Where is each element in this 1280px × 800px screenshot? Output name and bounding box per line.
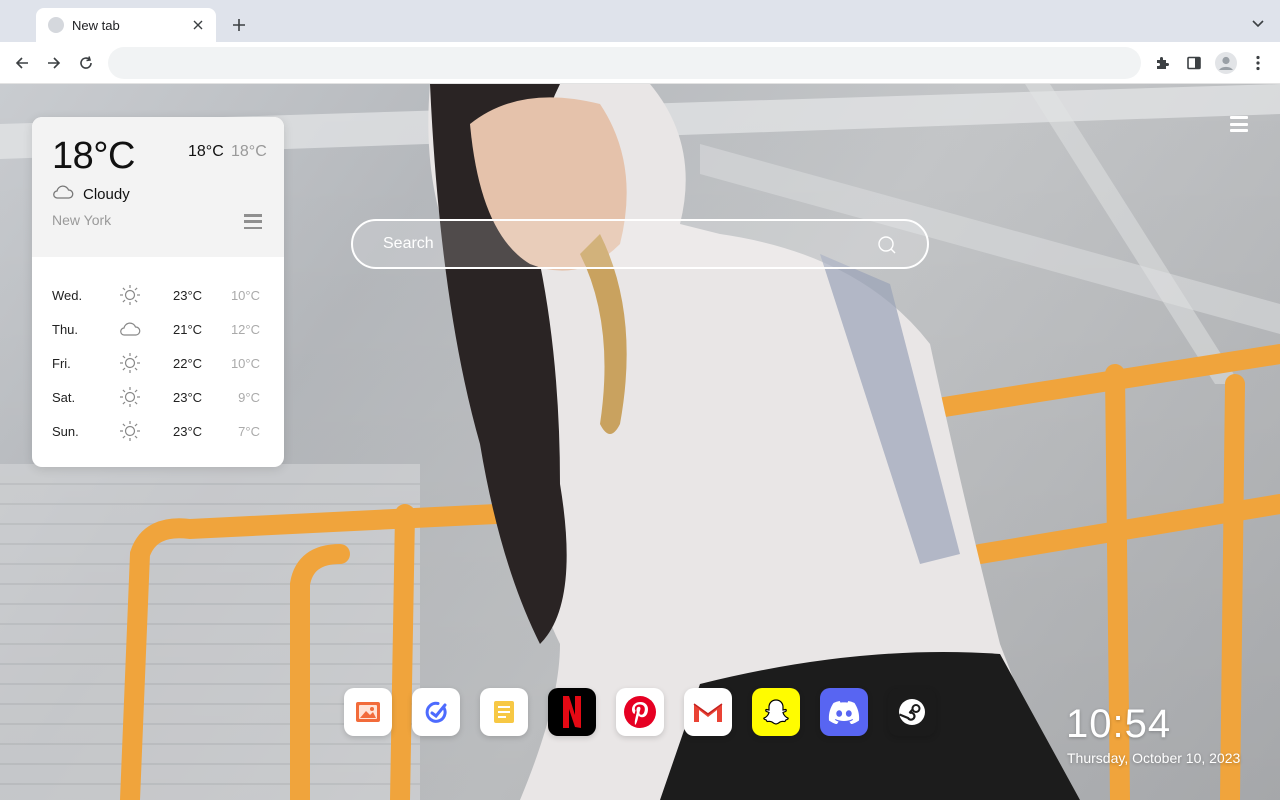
weather-forecast: Wed. 23°C 10°C Thu. 21°C 12°C Fri. 22°C …: [32, 257, 284, 454]
forecast-row: Sun. 23°C 7°C: [32, 420, 284, 454]
new-tab-page: 18°C 18°C 18°C Cloudy New York Wed. 23°C…: [0, 84, 1280, 800]
tab-title: New tab: [72, 17, 120, 33]
steam-icon[interactable]: [888, 688, 936, 736]
clock-date: Thursday, October 10, 2023: [1067, 750, 1241, 766]
search-input[interactable]: [383, 221, 863, 267]
clock-time: 10:54: [1066, 702, 1172, 746]
forecast-day: Sat.: [52, 390, 76, 405]
extensions-icon[interactable]: [1150, 51, 1174, 75]
tab-strip: New tab: [0, 0, 1280, 42]
forecast-low: 10°C: [230, 288, 260, 303]
forecast-low: 12°C: [230, 322, 260, 337]
forecast-high: 22°C: [173, 356, 203, 371]
sun-icon: [119, 352, 141, 374]
forecast-high: 21°C: [173, 322, 203, 337]
tasks-app-icon[interactable]: [412, 688, 460, 736]
netflix-icon[interactable]: [548, 688, 596, 736]
default-favicon-icon: [48, 17, 64, 33]
hamburger-menu-icon[interactable]: [1230, 116, 1248, 132]
forecast-high: 23°C: [173, 288, 203, 303]
chevron-down-icon[interactable]: [1248, 14, 1268, 34]
sun-icon: [119, 420, 141, 442]
gmail-icon[interactable]: [684, 688, 732, 736]
search-box: [351, 219, 929, 269]
forecast-low: 9°C: [238, 390, 260, 405]
profile-avatar-icon[interactable]: [1214, 51, 1238, 75]
forecast-low: 10°C: [230, 356, 260, 371]
sun-icon: [119, 386, 141, 408]
forecast-row: Wed. 23°C 10°C: [32, 284, 284, 318]
current-temperature: 18°C: [52, 135, 135, 177]
forecast-row: Sat. 23°C 9°C: [32, 386, 284, 420]
side-panel-icon[interactable]: [1182, 51, 1206, 75]
weather-menu-icon[interactable]: [244, 214, 262, 229]
forecast-low: 7°C: [238, 424, 260, 439]
weather-city: New York: [52, 212, 112, 228]
sun-icon: [119, 284, 141, 306]
cloud-icon: [53, 185, 74, 199]
pinterest-icon[interactable]: [616, 688, 664, 736]
temperature-high: 18°C: [188, 143, 224, 160]
search-icon[interactable]: [877, 235, 897, 255]
forecast-day: Fri.: [52, 356, 71, 371]
app-dock: [344, 688, 936, 736]
forecast-row: Thu. 21°C 12°C: [32, 318, 284, 352]
forecast-high: 23°C: [173, 424, 203, 439]
forecast-high: 23°C: [173, 390, 203, 405]
forward-button[interactable]: [42, 51, 66, 75]
temperature-low: 18°C: [231, 143, 267, 160]
weather-widget: 18°C 18°C 18°C Cloudy New York Wed. 23°C…: [32, 117, 284, 467]
tab-new-tab[interactable]: New tab: [36, 8, 216, 42]
wallpaper-app-icon[interactable]: [344, 688, 392, 736]
kebab-menu-icon[interactable]: [1246, 51, 1270, 75]
new-tab-button[interactable]: [228, 14, 250, 36]
weather-condition: Cloudy: [83, 186, 130, 203]
snapchat-icon[interactable]: [752, 688, 800, 736]
weather-current: 18°C 18°C 18°C Cloudy New York: [32, 117, 284, 257]
forecast-day: Wed.: [52, 288, 83, 303]
discord-icon[interactable]: [820, 688, 868, 736]
forecast-day: Thu.: [52, 322, 79, 337]
browser-toolbar: [0, 42, 1280, 84]
close-icon[interactable]: [190, 17, 206, 33]
cloud-icon: [119, 318, 141, 340]
address-bar[interactable]: [108, 47, 1141, 79]
reload-button[interactable]: [74, 51, 98, 75]
notes-app-icon[interactable]: [480, 688, 528, 736]
forecast-row: Fri. 22°C 10°C: [32, 352, 284, 386]
forecast-day: Sun.: [52, 424, 79, 439]
back-button[interactable]: [10, 51, 34, 75]
